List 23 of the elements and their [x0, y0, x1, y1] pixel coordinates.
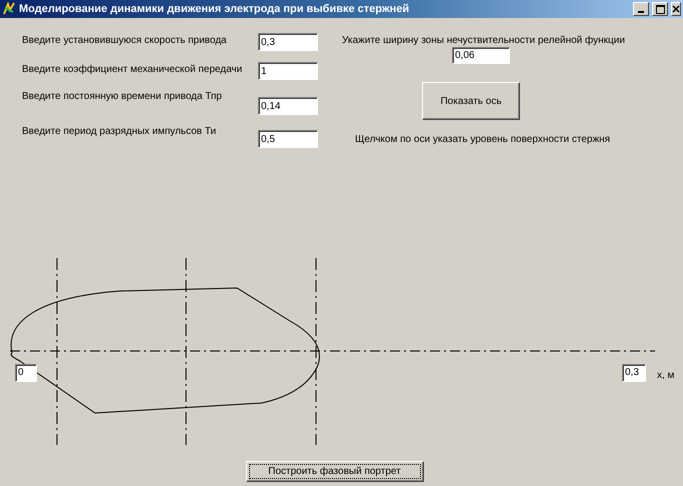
field-label: Введите постоянную времени привода Тпр — [22, 91, 223, 104]
relay-label: Укажите ширину зоны нечуствительности релейной функции — [342, 34, 625, 46]
close-icon — [672, 5, 680, 13]
input-field[interactable]: 0,14 — [258, 97, 318, 115]
relay-width-field[interactable]: 0,06 — [452, 47, 510, 64]
maximize-button[interactable] — [652, 2, 668, 16]
field-label: Введите установившуюся скорость привода — [22, 34, 228, 48]
field-label: Введите период разрядных импульсов Ти — [22, 126, 218, 139]
maximize-icon — [656, 4, 664, 14]
axis-label: х, м — [657, 370, 674, 381]
hint-text: Щелчком по оси указать уровень поверхности стержня — [355, 134, 610, 145]
show-axis-button[interactable]: Показать ось — [422, 82, 520, 120]
left-bound-field[interactable]: 0 — [15, 364, 37, 382]
close-button[interactable] — [671, 2, 681, 16]
input-field[interactable]: 0,3 — [258, 33, 318, 51]
right-bound-field[interactable]: 0,3 — [622, 364, 646, 382]
input-field[interactable]: 0,5 — [258, 130, 318, 148]
window-title: Моделирование динамики движения электрода при выбивке стержней — [19, 3, 410, 15]
input-field[interactable]: 1 — [258, 62, 318, 80]
minimize-button[interactable] — [633, 2, 649, 16]
build-portrait-button[interactable]: Построить фазовый портрет — [246, 461, 424, 482]
app-icon — [2, 2, 16, 16]
field-label: Введите коэффициент механической передачи — [22, 63, 244, 77]
